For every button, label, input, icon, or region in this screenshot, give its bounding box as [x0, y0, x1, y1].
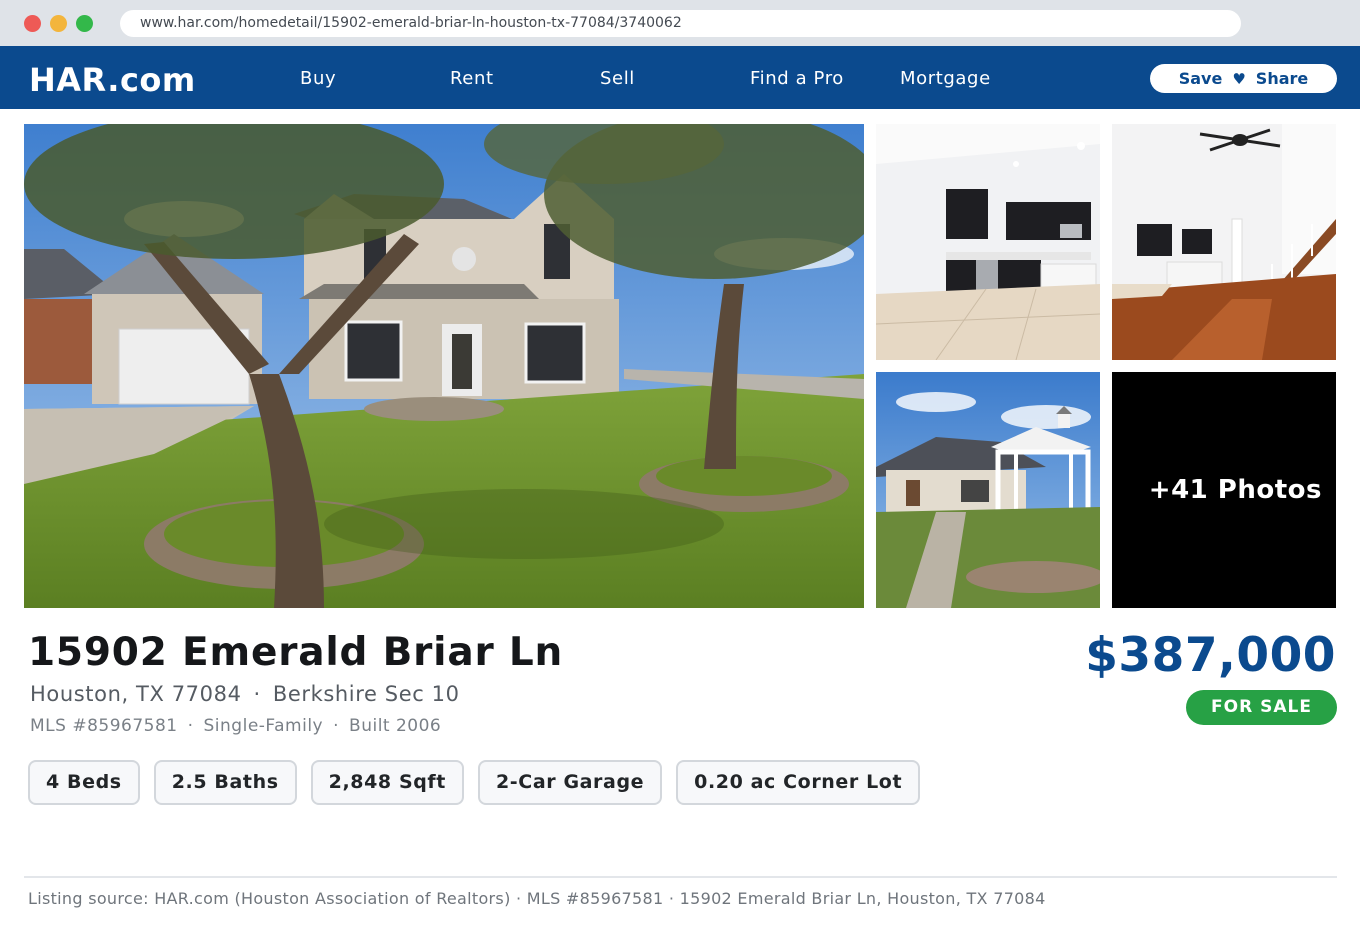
- maximize-window-button[interactable]: [76, 15, 93, 32]
- chip-lot: 0.20 ac Corner Lot: [676, 760, 921, 805]
- listing-price: $387,000: [1085, 628, 1336, 683]
- more-photos-label: +41 Photos: [1148, 475, 1322, 505]
- subdivision[interactable]: Berkshire Sec 10: [273, 682, 460, 706]
- address-bar[interactable]: www.har.com/homedetail/15902-emerald-bri…: [120, 10, 1241, 37]
- main-photo-house-front[interactable]: [24, 124, 864, 608]
- separator-dot: ·: [187, 716, 194, 736]
- chip-sqft: 2,848 Sqft: [310, 760, 464, 805]
- property-type: Single-Family: [203, 716, 324, 736]
- location-line: Houston, TX 77084 · Berkshire Sec 10: [30, 682, 460, 706]
- mls-number: MLS #85967581: [30, 716, 178, 736]
- chip-garage: 2-Car Garage: [477, 760, 663, 805]
- heart-icon[interactable]: ♥: [1232, 70, 1245, 88]
- photo-kitchen[interactable]: [876, 124, 1100, 360]
- nav-link-find-a-pro[interactable]: Find a Pro: [750, 68, 844, 89]
- city-state-zip: Houston, TX 77084: [30, 682, 242, 706]
- separator-dot: ·: [333, 716, 340, 736]
- nav-link-sell[interactable]: Sell: [600, 68, 635, 89]
- save-share-pill: Save ♥ Share: [1150, 64, 1337, 93]
- minimize-window-button[interactable]: [50, 15, 67, 32]
- listing-source: Listing source: HAR.com (Houston Associa…: [28, 889, 1046, 908]
- year-built: Built 2006: [349, 716, 442, 736]
- more-photos-tile[interactable]: +41 Photos: [1112, 372, 1336, 608]
- listing-address: 15902 Emerald Briar Ln: [28, 630, 564, 675]
- chip-baths: 2.5 Baths: [153, 760, 297, 805]
- har-logo[interactable]: HAR.com: [29, 61, 196, 99]
- site-header: HAR.com Buy Rent Sell Find a Pro Mortgag…: [0, 46, 1360, 109]
- feature-chips: 4 Beds 2.5 Baths 2,848 Sqft 2-Car Garage…: [28, 760, 921, 805]
- separator-dot: ·: [253, 682, 261, 706]
- photo-backyard-gazebo[interactable]: [876, 372, 1100, 608]
- save-button[interactable]: Save: [1179, 69, 1223, 88]
- close-window-button[interactable]: [24, 15, 41, 32]
- meta-line: MLS #85967581 · Single-Family · Built 2006: [30, 716, 441, 736]
- footer-divider: [24, 876, 1337, 878]
- nav-link-buy[interactable]: Buy: [300, 68, 336, 89]
- status-badge: FOR SALE: [1186, 690, 1337, 725]
- photo-living-room[interactable]: [1112, 124, 1336, 360]
- browser-chrome: www.har.com/homedetail/15902-emerald-bri…: [0, 0, 1360, 46]
- nav-link-rent[interactable]: Rent: [450, 68, 494, 89]
- nav-link-mortgage[interactable]: Mortgage: [900, 68, 991, 89]
- chip-beds: 4 Beds: [28, 760, 140, 805]
- share-button[interactable]: Share: [1256, 69, 1308, 88]
